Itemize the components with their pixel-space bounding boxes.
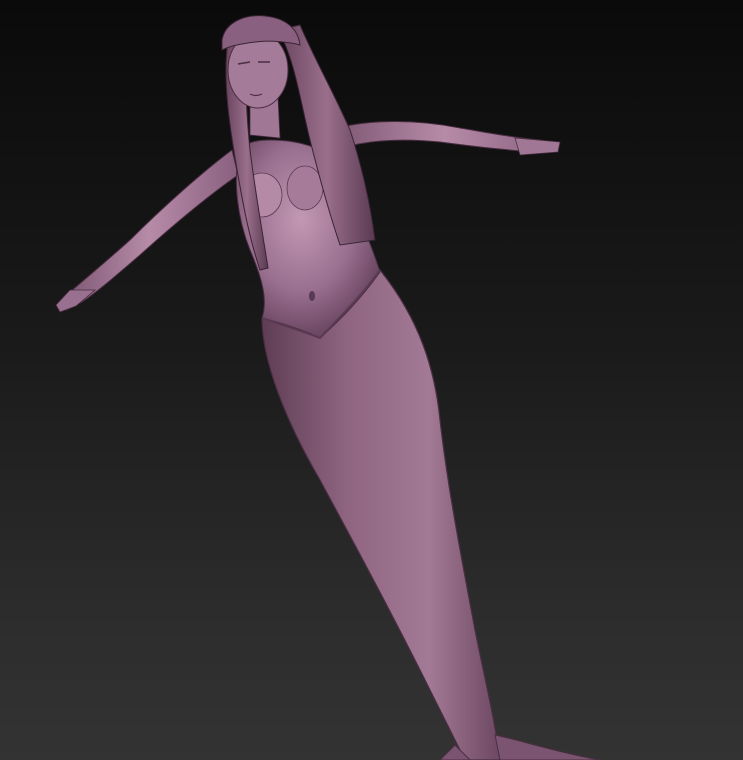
tail	[261, 269, 501, 760]
right-hand	[514, 137, 561, 156]
left-hand	[55, 289, 97, 313]
3d-viewport[interactable]	[0, 0, 743, 760]
chest-right	[286, 165, 324, 211]
sculpt-model[interactable]	[0, 0, 743, 760]
left-arm	[59, 149, 239, 311]
navel	[309, 291, 315, 301]
